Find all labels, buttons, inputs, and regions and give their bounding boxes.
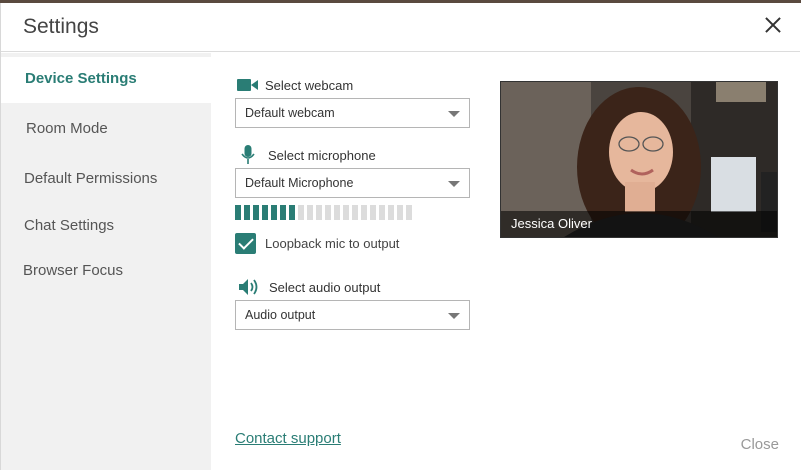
mic-level-segment (397, 205, 403, 220)
close-button[interactable]: Close (741, 436, 779, 453)
loopback-label: Loopback mic to output (265, 236, 400, 251)
audio-output-label: Select audio output (269, 279, 381, 295)
mic-level-segment (361, 205, 367, 220)
mic-level-segment (334, 205, 340, 220)
sidebar-item-browser-focus[interactable]: Browser Focus (1, 249, 211, 295)
mic-level-segment (289, 205, 295, 220)
audio-output-label-row: Select audio output (235, 277, 380, 297)
mic-level-segment (343, 205, 349, 220)
webcam-preview: Jessica Oliver (500, 81, 778, 238)
mic-level-segment (316, 205, 322, 220)
dialog-header: Settings (1, 3, 800, 52)
close-icon[interactable] (762, 14, 784, 36)
mic-level-segment (352, 205, 358, 220)
mic-level-segment (307, 205, 313, 220)
microphone-label-row: Select microphone (235, 145, 376, 165)
webcam-select-value: Default webcam (245, 106, 335, 120)
sidebar-item-label: Room Mode (26, 120, 108, 137)
audio-output-select-value: Audio output (245, 308, 316, 322)
sidebar-item-label: Default Permissions (24, 170, 158, 187)
mic-level-segment (271, 205, 277, 220)
mic-level-segment (298, 205, 304, 220)
microphone-label: Select microphone (268, 147, 376, 163)
settings-sidebar: Device Settings Room Mode Default Permis… (1, 53, 211, 470)
preview-name-bar: Jessica Oliver (501, 211, 777, 237)
contact-support-link[interactable]: Contact support (235, 430, 341, 447)
video-camera-icon (235, 75, 265, 95)
sidebar-item-label: Chat Settings (24, 217, 115, 234)
audio-output-select[interactable]: Audio output (235, 300, 470, 330)
sidebar-item-chat-settings[interactable]: Chat Settings (1, 204, 211, 250)
mic-level-segment (253, 205, 259, 220)
mic-level-segment (379, 205, 385, 220)
mic-level-segment (262, 205, 268, 220)
chevron-down-icon (448, 313, 460, 319)
speaker-icon (235, 277, 269, 297)
sidebar-item-default-permissions[interactable]: Default Permissions (1, 157, 211, 203)
chevron-down-icon (448, 181, 460, 187)
dialog-title: Settings (23, 15, 99, 38)
mic-level-segment (370, 205, 376, 220)
sidebar-item-device-settings[interactable]: Device Settings (1, 57, 211, 103)
device-settings-panel: Select webcam Default webcam Select micr… (211, 53, 801, 470)
mic-level-meter (235, 205, 471, 220)
mic-level-segment (280, 205, 286, 220)
webcam-label: Select webcam (265, 77, 354, 93)
settings-dialog: Settings Device Settings Room Mode Defau… (0, 3, 801, 470)
webcam-select[interactable]: Default webcam (235, 98, 470, 128)
microphone-select-value: Default Microphone (245, 176, 354, 190)
webcam-label-row: Select webcam (235, 75, 353, 95)
mic-level-segment (244, 205, 250, 220)
chevron-down-icon (448, 111, 460, 117)
preview-user-name: Jessica Oliver (511, 216, 592, 231)
mic-level-segment (325, 205, 331, 220)
loopback-checkbox[interactable] (235, 233, 256, 254)
mic-level-segment (406, 205, 412, 220)
sidebar-item-label: Browser Focus (23, 262, 124, 279)
mic-level-segment (235, 205, 241, 220)
mic-level-segment (388, 205, 394, 220)
sidebar-item-room-mode[interactable]: Room Mode (1, 107, 211, 153)
sidebar-item-label: Device Settings (25, 70, 137, 87)
microphone-select[interactable]: Default Microphone (235, 168, 470, 198)
microphone-icon (235, 145, 268, 165)
